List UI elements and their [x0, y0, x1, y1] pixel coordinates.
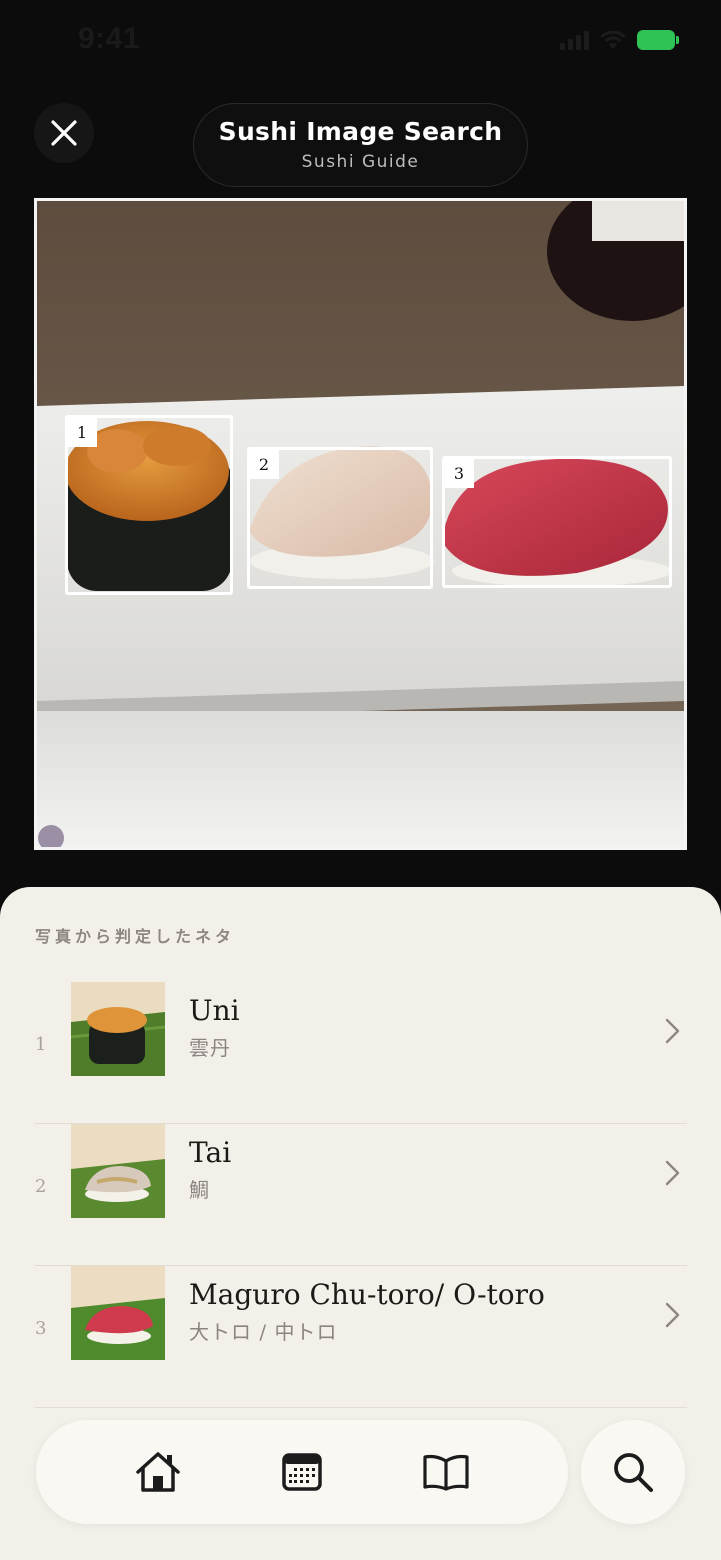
status-icons	[560, 30, 679, 50]
status-time: 9:41	[78, 22, 141, 55]
result-row-maguro[interactable]: 3 Maguro Chu-toro/ O-toro 大トロ / 中トロ	[35, 1266, 687, 1408]
result-japanese-name: 雲丹	[189, 1036, 231, 1060]
row-number: 3	[35, 1318, 47, 1339]
detection-number: 1	[67, 417, 97, 447]
calendar-icon	[282, 1453, 322, 1491]
detection-number: 2	[249, 449, 279, 479]
page-subtitle: Sushi Guide	[301, 152, 420, 172]
detection-box-1[interactable]: 1	[65, 415, 233, 595]
status-bar: 9:41	[0, 0, 721, 84]
uni-thumbnail	[71, 982, 165, 1076]
maguro-thumbnail	[71, 1266, 165, 1360]
page-title: Sushi Image Search	[218, 117, 503, 146]
chevron-right-icon	[665, 1160, 680, 1186]
close-button[interactable]	[34, 103, 94, 163]
detection-box-3[interactable]: 3	[442, 456, 672, 588]
home-icon	[136, 1452, 180, 1492]
title-pill: Sushi Image Search Sushi Guide	[193, 103, 528, 187]
sushi-photo: 1 2 3	[34, 198, 687, 850]
battery-icon	[637, 30, 679, 50]
tab-calendar[interactable]	[274, 1444, 330, 1500]
result-row-uni[interactable]: 1 Uni 雲丹	[35, 982, 687, 1124]
tai-thumbnail	[71, 1124, 165, 1218]
result-name: Tai	[189, 1136, 232, 1169]
result-japanese-name: 大トロ / 中トロ	[189, 1320, 338, 1344]
tab-guide-book[interactable]	[418, 1444, 474, 1500]
wifi-icon	[600, 30, 626, 49]
tab-search[interactable]	[581, 1420, 685, 1524]
tab-bar	[36, 1420, 568, 1524]
result-name: Maguro Chu-toro/ O-toro	[189, 1278, 545, 1311]
row-number: 1	[35, 1034, 47, 1055]
result-row-tai[interactable]: 2 Tai 鯛	[35, 1124, 687, 1266]
tab-home[interactable]	[130, 1444, 186, 1500]
detection-number: 3	[444, 458, 474, 488]
chevron-right-icon	[665, 1302, 680, 1328]
result-japanese-name: 鯛	[189, 1178, 210, 1202]
cellular-signal-icon	[560, 30, 589, 50]
search-icon	[614, 1453, 653, 1492]
row-number: 2	[35, 1176, 47, 1197]
results-heading: 写真から判定したネタ	[35, 927, 236, 946]
book-icon	[423, 1454, 469, 1491]
close-icon	[51, 120, 77, 146]
result-name: Uni	[189, 994, 240, 1027]
chevron-right-icon	[665, 1018, 680, 1044]
detection-box-2[interactable]: 2	[247, 447, 433, 589]
